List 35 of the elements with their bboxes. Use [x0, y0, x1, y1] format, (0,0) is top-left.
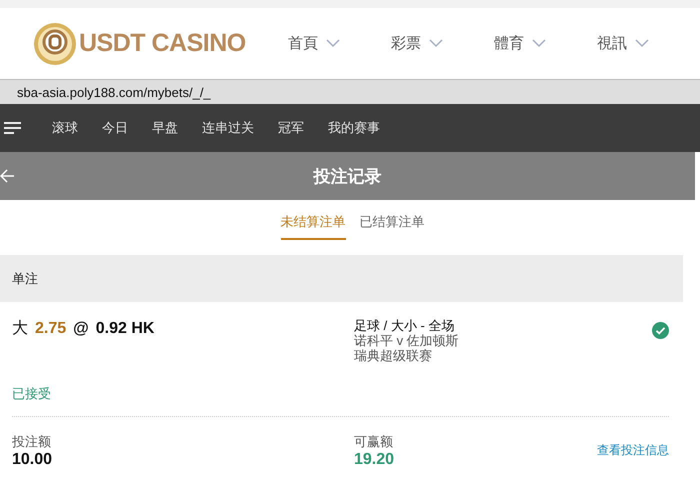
chevron-down-icon — [429, 39, 443, 48]
page-title: 投注记录 — [314, 166, 382, 188]
logo-text: USDT CASINO — [79, 29, 246, 58]
chevron-down-icon — [326, 39, 340, 48]
match-text: 诺科平 v 佐加顿斯 — [354, 333, 460, 348]
sport-nav-item[interactable]: 今日 — [102, 119, 128, 137]
win-label: 可赢额 — [354, 433, 394, 451]
sport-nav-item[interactable]: 冠军 — [278, 119, 304, 137]
url-text: sba-asia.poly188.com/mybets/_/_ — [17, 84, 211, 100]
tab[interactable]: 已结算注单 — [360, 200, 424, 240]
win-amount: 19.20 — [354, 451, 394, 469]
back-arrow-icon[interactable] — [0, 169, 14, 183]
league-text: 瑞典超级联赛 — [354, 348, 433, 363]
chevron-down-icon — [635, 39, 649, 48]
menu-item[interactable]: 首頁 — [288, 34, 318, 53]
market-text: 足球 / 大小 - 全场 — [354, 318, 456, 333]
menu-icon[interactable] — [4, 122, 21, 134]
sport-nav-item[interactable]: 我的赛事 — [328, 119, 380, 137]
menu-item[interactable]: 彩票 — [391, 34, 421, 53]
status-text: 已接受 — [12, 385, 52, 403]
coin-logo-icon — [33, 22, 77, 66]
chevron-down-icon — [532, 39, 546, 48]
section-header: 单注 — [0, 255, 683, 302]
sport-nav-item[interactable]: 连串过关 — [202, 119, 254, 137]
stake-amount: 10.00 — [12, 451, 54, 469]
stake-label: 投注额 — [12, 433, 52, 451]
at-sign: @ — [73, 320, 89, 338]
sport-nav-item[interactable]: 滚球 — [52, 119, 78, 137]
menu-item[interactable]: 體育 — [494, 34, 524, 53]
menu-item[interactable]: 視訊 — [597, 34, 627, 53]
odds-text: 0.92 HK — [96, 320, 154, 338]
details-link[interactable]: 查看投注信息 — [597, 442, 669, 459]
selection-text: 大 — [12, 318, 28, 339]
handicap-text: 2.75 — [35, 320, 66, 338]
sport-nav-item[interactable]: 早盘 — [152, 119, 178, 137]
